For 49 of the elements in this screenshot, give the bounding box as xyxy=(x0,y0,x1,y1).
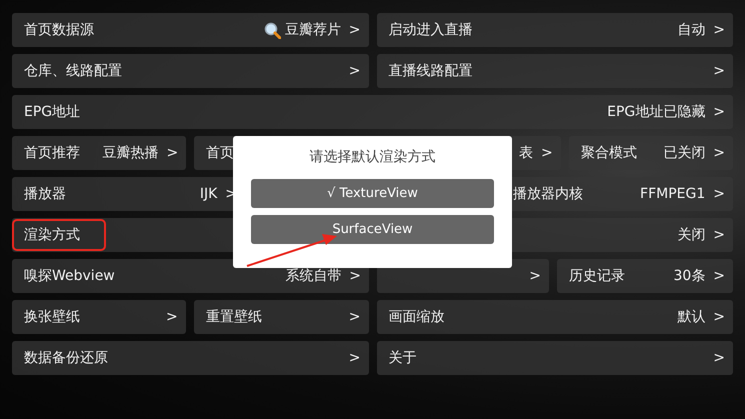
setting-label: 直播线路配置 xyxy=(388,62,472,80)
chevron: > xyxy=(166,309,178,325)
setting-value: 系统自带 xyxy=(285,267,342,285)
setting-label: 关于 xyxy=(388,349,416,367)
chevron: > xyxy=(713,186,725,202)
setting-label: EPG地址 xyxy=(24,103,80,121)
setting-value: 自动 xyxy=(677,21,706,39)
setting-value: IJK xyxy=(200,186,218,202)
setting-value: 豆瓣热播 xyxy=(102,144,158,162)
chevron: > xyxy=(713,309,725,325)
chevron: > xyxy=(713,268,725,284)
chevron: > xyxy=(713,350,725,366)
setting-label: 播放器内核 xyxy=(513,185,583,203)
setting-value: 默认 xyxy=(677,308,706,326)
chevron: > xyxy=(713,63,725,79)
setting-value: FFMPEG1 xyxy=(640,186,706,202)
setting-label: 嗅探Webview xyxy=(24,267,115,285)
chevron: > xyxy=(349,268,361,284)
setting-label: 数据备份还原 xyxy=(24,349,108,367)
setting-value: 已关闭 xyxy=(663,144,706,162)
chevron: > xyxy=(529,268,541,284)
chevron: > xyxy=(348,63,360,79)
setting-label: 画面缩放 xyxy=(388,308,444,326)
setting-value: 表 xyxy=(519,144,534,162)
setting-label: 仓库、线路配置 xyxy=(24,62,122,80)
chevron: > xyxy=(713,22,725,38)
chevron: > xyxy=(713,145,725,161)
dialog-title: 请选择默认渲染方式 xyxy=(310,148,436,166)
setting-label: 首页推荐 xyxy=(24,144,80,162)
setting-label: 历史记录 xyxy=(569,267,625,285)
setting-label: 聚合模式 xyxy=(580,144,637,162)
chevron: > xyxy=(541,145,553,161)
setting-label: 渲染方式 xyxy=(14,221,104,249)
setting-value: 豆瓣荐片 xyxy=(284,21,341,39)
chevron: > xyxy=(348,309,360,325)
setting-value: EPG地址已隐藏 xyxy=(607,103,706,121)
setting-label: 换张壁纸 xyxy=(24,308,80,326)
setting-value: 30条 xyxy=(673,267,706,285)
chevron: > xyxy=(713,227,725,243)
setting-label: 重置壁纸 xyxy=(206,308,262,326)
chevron: > xyxy=(348,350,360,366)
setting-label: 首页数据源 xyxy=(24,21,94,39)
setting-value: 关闭 xyxy=(677,226,706,244)
setting-label: 播放器 xyxy=(24,185,66,203)
chevron: > xyxy=(166,145,178,161)
chevron: > xyxy=(348,22,360,38)
setting-label: 首页 xyxy=(206,144,234,162)
chevron: > xyxy=(713,104,725,120)
setting-label: 启动进入直播 xyxy=(388,21,472,39)
